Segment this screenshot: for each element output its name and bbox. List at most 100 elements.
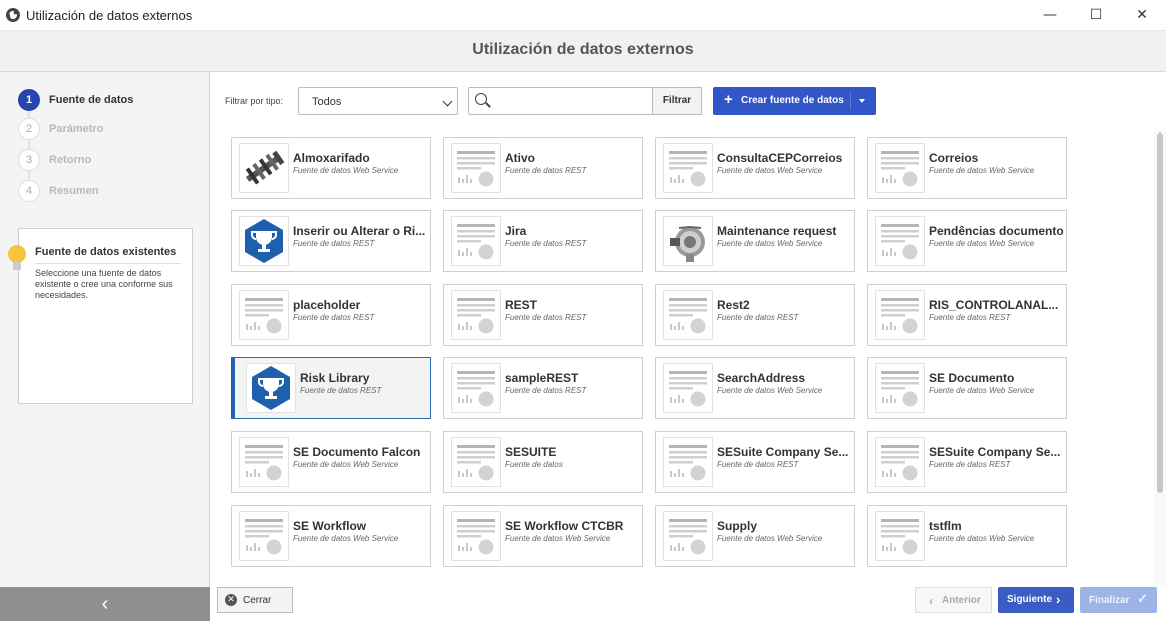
search-icon: [475, 93, 487, 105]
datasource-type: Fuente de datos REST: [717, 313, 799, 322]
datasource-card[interactable]: SESuite Company Se... Fuente de datos RES…: [867, 431, 1067, 493]
datasource-card[interactable]: Maintenance request Fuente de datos Web S…: [655, 210, 855, 272]
caret-down-icon[interactable]: [859, 99, 865, 103]
datasource-card[interactable]: Ativo Fuente de datos REST: [443, 137, 643, 199]
datasource-card[interactable]: ConsultaCEPCorreios Fuente de datos Web S…: [655, 137, 855, 199]
datasource-type: Fuente de datos REST: [505, 166, 587, 175]
datasource-card[interactable]: SESUITE Fuente de datos: [443, 431, 643, 493]
step-label: Parámetro: [49, 123, 104, 135]
datasource-card[interactable]: Correios Fuente de datos Web Service: [867, 137, 1067, 199]
siguiente-button[interactable]: Siguiente ›: [998, 587, 1074, 613]
step-number: 2: [18, 118, 40, 140]
search-input[interactable]: [493, 91, 648, 111]
datasource-type: Fuente de datos Web Service: [717, 239, 823, 248]
datasource-card[interactable]: SE Workflow CTCBR Fuente de datos Web Ser…: [443, 505, 643, 567]
datasource-generic-icon: [875, 290, 925, 340]
filter-button[interactable]: Filtrar: [652, 87, 702, 115]
window-title: Utilización de datos externos: [26, 8, 193, 23]
datasource-card[interactable]: tstflm Fuente de datos Web Service: [867, 505, 1067, 567]
dialog-footer: ✕ Cerrar ‹ Anterior Siguiente › Finaliza…: [210, 587, 1166, 621]
datasource-name: SE Documento: [929, 371, 1015, 385]
datasource-name: Almoxarifado: [293, 151, 370, 165]
filter-type-label: Filtrar por tipo:: [225, 96, 284, 106]
datasource-name: SearchAddress: [717, 371, 806, 385]
datasource-card[interactable]: RIS_CONTROLANAL... Fuente de datos REST: [867, 284, 1067, 346]
datasource-name: REST: [505, 298, 538, 312]
datasource-card[interactable]: SE Documento Falcon Fuente de datos Web S…: [231, 431, 431, 493]
datasource-generic-icon: [875, 363, 925, 413]
datasource-name: SESuite Company Se...: [717, 445, 849, 459]
datasource-generic-icon: [451, 290, 501, 340]
close-icon: ✕: [225, 594, 237, 606]
hint-text: Seleccione una fuente de datos existente…: [35, 268, 173, 300]
datasource-card[interactable]: Supply Fuente de datos Web Service: [655, 505, 855, 567]
datasource-type: Fuente de datos REST: [505, 239, 587, 248]
datasource-generic-icon: [663, 437, 713, 487]
datasource-generic-icon: [875, 437, 925, 487]
datasource-card[interactable]: SE Documento Fuente de datos Web Service: [867, 357, 1067, 419]
cerrar-button[interactable]: ✕ Cerrar: [217, 587, 293, 613]
siguiente-label: Siguiente: [1007, 594, 1053, 605]
wizard-sidebar: 1 Fuente de datos 2 Parámetro 3 Retorno …: [0, 72, 210, 621]
datasource-type: Fuente de datos REST: [717, 460, 799, 469]
datasource-type: Fuente de datos REST: [505, 313, 587, 322]
type-filter-select[interactable]: Todos: [298, 87, 458, 115]
datasource-type: Fuente de datos: [505, 460, 563, 469]
step-fuente-de-datos[interactable]: 1 Fuente de datos: [18, 89, 133, 111]
datasource-name: Maintenance request: [717, 224, 837, 238]
datasource-type: Fuente de datos REST: [293, 313, 375, 322]
datasource-card[interactable]: Pendências documento Fuente de datos Web …: [867, 210, 1067, 272]
close-window-button[interactable]: ✕: [1119, 0, 1165, 31]
datasource-card[interactable]: REST Fuente de datos REST: [443, 284, 643, 346]
datasource-card[interactable]: placeholder Fuente de datos REST: [231, 284, 431, 346]
search-box[interactable]: [468, 87, 654, 115]
datasource-generic-icon: [663, 511, 713, 561]
datasource-type: Fuente de datos REST: [929, 460, 1011, 469]
datasource-name: Jira: [505, 224, 527, 238]
datasource-type: Fuente de datos Web Service: [293, 166, 399, 175]
datasource-generic-icon: [451, 143, 501, 193]
datasource-name: SESuite Company Se...: [929, 445, 1061, 459]
datasource-card[interactable]: SE Workflow Fuente de datos Web Service: [231, 505, 431, 567]
window-titlebar: Utilización de datos externos — ☐ ✕: [0, 0, 1166, 31]
collapse-sidebar-button[interactable]: ‹: [0, 587, 210, 621]
step-parametro[interactable]: 2 Parámetro: [18, 118, 103, 140]
scrollbar-thumb[interactable]: [1157, 133, 1163, 493]
finalizar-button[interactable]: Finalizar ✓: [1080, 587, 1157, 613]
datasource-name: Correios: [929, 151, 979, 165]
datasource-card[interactable]: Almoxarifado Fuente de datos Web Service: [231, 137, 431, 199]
alternator-icon: [663, 216, 713, 266]
trophy-icon: [246, 363, 296, 413]
datasource-name: Pendências documento: [929, 224, 1064, 238]
datasource-type: Fuente de datos Web Service: [717, 386, 823, 395]
datasource-generic-icon: [875, 216, 925, 266]
step-number: 3: [18, 149, 40, 171]
chevron-left-icon: ‹: [101, 593, 109, 615]
datasource-name: sampleREST: [505, 371, 579, 385]
scrollbar[interactable]: [1154, 128, 1166, 587]
finalizar-label: Finalizar: [1089, 595, 1130, 606]
datasource-type: Fuente de datos Web Service: [929, 386, 1035, 395]
datasource-type: Fuente de datos Web Service: [293, 534, 399, 543]
step-label: Fuente de datos: [49, 94, 134, 106]
maximize-button[interactable]: ☐: [1073, 0, 1119, 31]
datasource-card[interactable]: SearchAddress Fuente de datos Web Service: [655, 357, 855, 419]
datasource-type: Fuente de datos Web Service: [929, 239, 1035, 248]
datasource-card[interactable]: Risk Library Fuente de datos REST: [231, 357, 431, 419]
datasource-name: placeholder: [293, 298, 361, 312]
step-retorno[interactable]: 3 Retorno: [18, 149, 91, 171]
datasource-card[interactable]: Inserir ou Alterar o Ri... Fuente de dato…: [231, 210, 431, 272]
datasource-generic-icon: [875, 511, 925, 561]
datasource-card[interactable]: Jira Fuente de datos REST: [443, 210, 643, 272]
step-resumen[interactable]: 4 Resumen: [18, 180, 99, 202]
minimize-button[interactable]: —: [1027, 0, 1073, 31]
datasource-card[interactable]: Rest2 Fuente de datos REST: [655, 284, 855, 346]
datasource-name: SE Workflow: [293, 519, 367, 533]
create-datasource-button[interactable]: + Crear fuente de datos: [713, 87, 876, 115]
datasource-card[interactable]: sampleREST Fuente de datos REST: [443, 357, 643, 419]
anterior-button[interactable]: ‹ Anterior: [915, 587, 992, 613]
create-datasource-label: Crear fuente de datos: [741, 95, 844, 106]
datasource-card[interactable]: SESuite Company Se... Fuente de datos RES…: [655, 431, 855, 493]
datasource-type: Fuente de datos Web Service: [717, 534, 823, 543]
filter-bar: Filtrar por tipo: Todos Filtrar + Crear …: [210, 72, 1166, 128]
